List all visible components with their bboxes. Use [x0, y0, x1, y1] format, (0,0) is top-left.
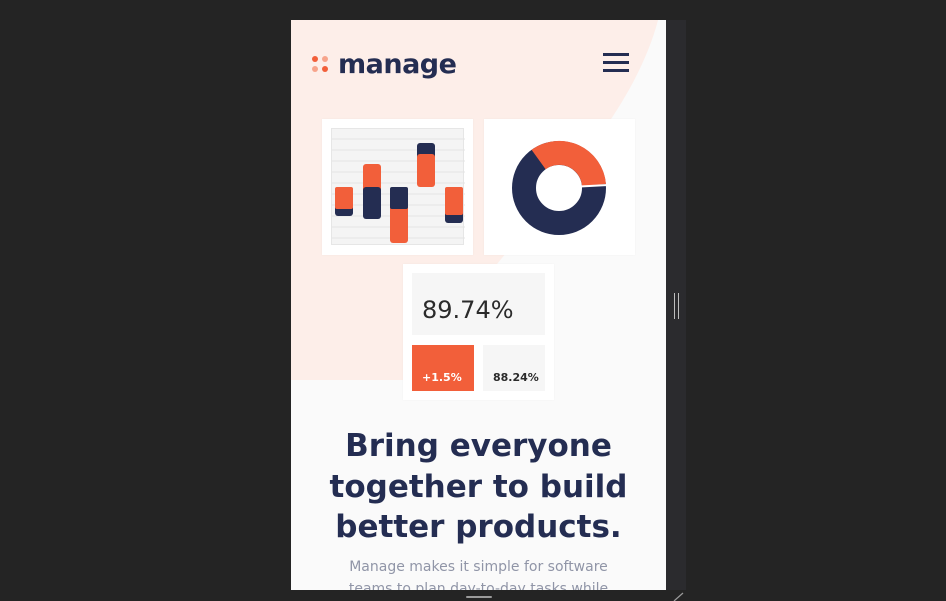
browser-frame: manage 89.74% +1.5% 88.24% Bring everyon…: [0, 0, 946, 601]
donut-chart-card: [484, 119, 635, 255]
change-chip-text: +1.5%: [422, 371, 462, 384]
metric-box: 89.74%: [412, 273, 545, 335]
metric-main-value: 89.74%: [422, 296, 514, 324]
logo-mark-icon: [312, 56, 328, 72]
bar-chart-grid: [331, 128, 465, 245]
logo[interactable]: manage: [312, 48, 457, 80]
hero-description: Manage makes it simple for software team…: [348, 559, 609, 590]
hero-title-line-2: together to build: [329, 468, 628, 505]
hero-title-line-1: Bring everyone: [345, 428, 612, 464]
donut-chart-graphic: [512, 140, 609, 235]
bar-5-orange: [445, 187, 463, 215]
resize-handle-icon[interactable]: [674, 293, 679, 319]
logo-text: manage: [338, 48, 457, 80]
hero-title: Bring everyone together to build better …: [303, 426, 654, 548]
bar-2-navy: [363, 187, 381, 219]
bar-3-navy: [390, 187, 408, 209]
bar-4-orange: [417, 154, 435, 187]
bottom-resize-handle-icon[interactable]: [466, 596, 492, 598]
hamburger-icon[interactable]: [603, 53, 629, 73]
corner-resize-grip-icon[interactable]: [672, 591, 684, 601]
bar-chart-card: [322, 119, 473, 255]
secondary-chip-text: 88.24%: [493, 371, 539, 384]
secondary-chip: 88.24%: [483, 345, 545, 391]
hero-title-line-3: better products.: [335, 509, 622, 545]
bar-chart-graphic: [332, 138, 465, 243]
bar-1-orange: [335, 187, 353, 209]
mobile-viewport[interactable]: manage 89.74% +1.5% 88.24% Bring everyon…: [291, 20, 666, 590]
stats-card: 89.74% +1.5% 88.24%: [403, 264, 554, 400]
change-chip: +1.5%: [412, 345, 474, 391]
